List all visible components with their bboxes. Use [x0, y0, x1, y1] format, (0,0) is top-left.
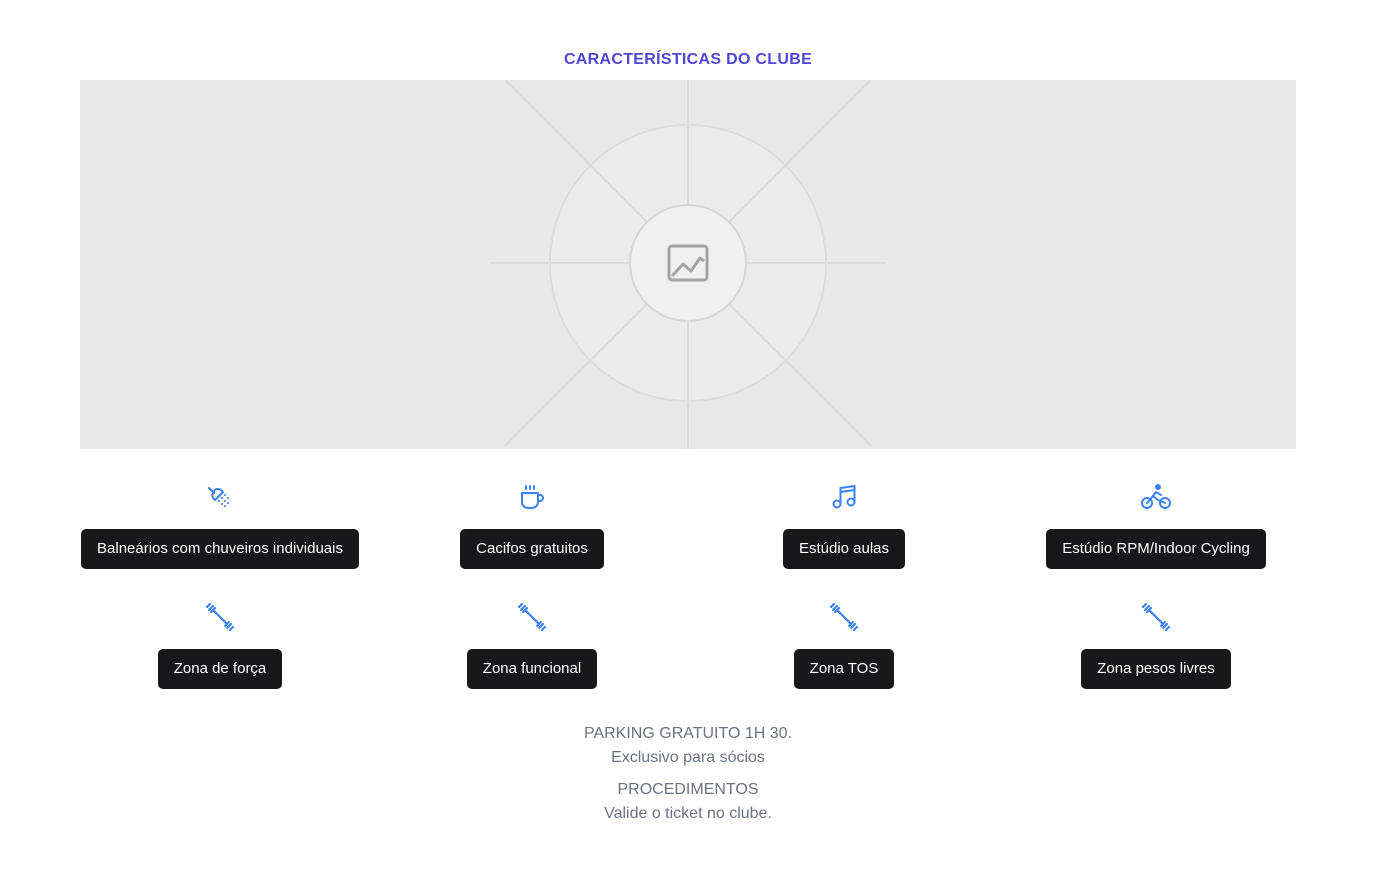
section-title: CARACTERÍSTICAS DO CLUBE	[563, 51, 813, 68]
feature-label-class-studio: Estúdio aulas	[782, 529, 906, 569]
feature-label-lockers: Cacifos gratuitos	[460, 529, 604, 569]
feature-label-free-weights-zone: Zona pesos livres	[1081, 649, 1231, 689]
club-image-placeholder	[80, 80, 1296, 449]
club-features-page: CARACTERÍSTICAS DO CLUBE Balneários com …	[0, 0, 1376, 873]
feature-label-tos-zone: Zona TOS	[793, 649, 895, 689]
feature-item: Estúdio RPM/Indoor Cycling	[1000, 472, 1312, 592]
dumbbell-icon	[203, 600, 237, 634]
feature-item: Zona pesos livres	[1000, 592, 1312, 712]
feature-label-changing-rooms: Balneários com chuveiros individuais	[81, 529, 359, 569]
music-note-icon	[827, 480, 861, 514]
feature-item: Estúdio aulas	[688, 472, 1000, 592]
procedures-title: PROCEDIMENTOS	[617, 781, 759, 798]
dumbbell-icon	[515, 600, 549, 634]
feature-label-rpm-studio: Estúdio RPM/Indoor Cycling	[1046, 529, 1266, 569]
dumbbell-icon	[827, 600, 861, 634]
feature-label-strength-zone: Zona de força	[157, 649, 283, 689]
parking-info: PARKING GRATUITO 1H 30. Exclusivo para s…	[0, 722, 1376, 826]
coffee-cup-icon	[515, 480, 549, 514]
feature-item: Zona funcional	[376, 592, 688, 712]
feature-item: Zona TOS	[688, 592, 1000, 712]
feature-item: Balneários com chuveiros individuais	[64, 472, 376, 592]
placeholder-graphic	[490, 80, 886, 449]
dumbbell-icon	[1139, 600, 1173, 634]
parking-title: PARKING GRATUITO 1H 30.	[583, 725, 793, 742]
parking-subtitle: Exclusivo para sócios	[611, 749, 765, 766]
procedures-text: Valide o ticket no clube.	[604, 805, 772, 822]
feature-item: Zona de força	[64, 592, 376, 712]
features-row: Balneários com chuveiros individuais Cac…	[64, 472, 1312, 592]
feature-label-functional-zone: Zona funcional	[466, 649, 598, 689]
bicycle-icon	[1139, 480, 1173, 514]
features-row: Zona de força Zona funcional Zona TOS Zo…	[64, 592, 1312, 712]
features-grid: Balneários com chuveiros individuais Cac…	[64, 472, 1312, 712]
feature-item: Cacifos gratuitos	[376, 472, 688, 592]
shower-icon	[203, 480, 237, 514]
